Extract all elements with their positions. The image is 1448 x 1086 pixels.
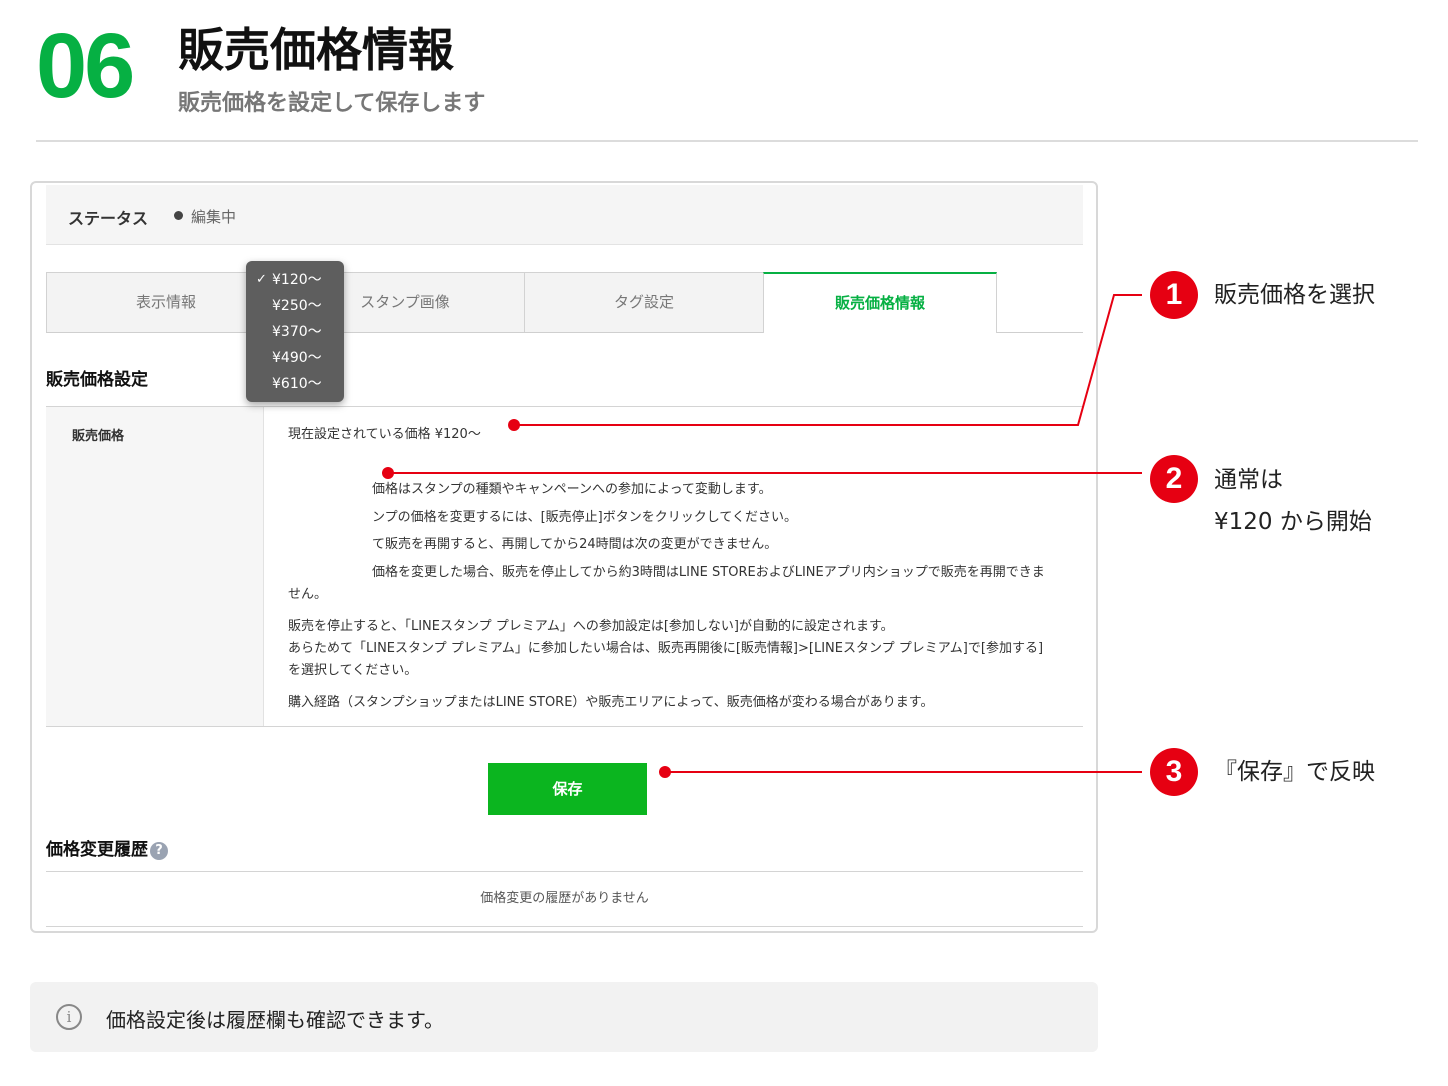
price-note: ンプの価格を変更するには、[販売停止]ボタンをクリックしてください。 (372, 510, 797, 525)
settings-panel: ステータス 編集中 表示情報 スタンプ画像 タグ設定 販売価格情報 販売価格設定… (30, 181, 1098, 933)
info-circle-icon: i (56, 1004, 82, 1030)
price-option[interactable]: ¥250〜 (246, 295, 344, 321)
callout-badge-1: 1 (1150, 271, 1198, 319)
price-row-label: 販売価格 (72, 429, 125, 444)
price-note: 価格はスタンプの種類やキャンペーンへの参加によって変動します。 (372, 482, 772, 497)
status-bar: ステータス 編集中 (46, 185, 1083, 245)
status-value: 編集中 (191, 208, 237, 226)
price-note: 価格を変更した場合、販売を停止してから約3時間はLINE STOREおよびLIN… (372, 565, 1045, 580)
page-title: 販売価格情報 (178, 23, 454, 77)
price-content: 現在設定されている価格 ¥120〜 価格はスタンプの種類やキャンペーンへの参加に… (288, 407, 1078, 726)
status-label: ステータス (68, 209, 149, 228)
price-note: て販売を再開すると、再開してから24時間は次の変更ができません。 (372, 537, 778, 552)
info-text: 価格設定後は履歴欄も確認できます。 (106, 1008, 444, 1032)
step-number: 06 (36, 15, 135, 117)
callout-badge-3: 3 (1150, 748, 1198, 796)
callout-text-2b: ¥120 から開始 (1214, 509, 1372, 535)
price-option[interactable]: ¥370〜 (246, 321, 344, 347)
callout-text-1: 販売価格を選択 (1214, 282, 1375, 308)
price-note: せん。 (288, 587, 328, 602)
price-history-title: 価格変更履歴? (46, 835, 168, 860)
price-option[interactable]: ¥490〜 (246, 347, 344, 373)
price-history-empty: 価格変更の履歴がありません (46, 871, 1083, 927)
tab-tag-settings[interactable]: タグ設定 (524, 272, 764, 332)
info-box: i 価格設定後は履歴欄も確認できます。 (30, 982, 1098, 1052)
question-circle-icon[interactable]: ? (150, 842, 168, 860)
price-note: あらためて「LINEスタンプ プレミアム」に参加したい場合は、販売再開後に[販売… (288, 641, 1044, 656)
price-note: 販売を停止すると、「LINEスタンプ プレミアム」への参加設定は[参加しない]が… (288, 619, 894, 634)
price-note: 購入経路（スタンプショップまたはLINE STORE）や販売エリアによって、販売… (288, 695, 934, 710)
tab-price-info[interactable]: 販売価格情報 (763, 272, 997, 333)
price-note: を選択してください。 (288, 663, 418, 678)
tab-bar: 表示情報 スタンプ画像 タグ設定 販売価格情報 (46, 272, 1083, 333)
price-option[interactable]: ¥120〜 (246, 269, 344, 295)
page-subtitle: 販売価格を設定して保存します (178, 91, 486, 116)
page-header: 06 販売価格情報 販売価格を設定して保存します (36, 18, 1418, 142)
price-section-title: 販売価格設定 (46, 370, 148, 390)
price-dropdown-menu[interactable]: ¥120〜 ¥250〜 ¥370〜 ¥490〜 ¥610〜 (246, 261, 344, 402)
current-price-text: 現在設定されている価格 ¥120〜 (288, 427, 481, 442)
callout-text-2a: 通常は (1214, 467, 1283, 493)
price-option[interactable]: ¥610〜 (246, 373, 344, 399)
price-history-label: 価格変更履歴 (46, 840, 148, 860)
save-button[interactable]: 保存 (488, 763, 647, 815)
price-label-cell: 販売価格 (46, 407, 264, 726)
callout-text-3: 『保存』で反映 (1214, 759, 1375, 785)
price-setting-row: 販売価格 現在設定されている価格 ¥120〜 価格はスタンプの種類やキャンペーン… (46, 406, 1083, 727)
callout-badge-2: 2 (1150, 455, 1198, 503)
status-dot-icon (174, 211, 183, 220)
